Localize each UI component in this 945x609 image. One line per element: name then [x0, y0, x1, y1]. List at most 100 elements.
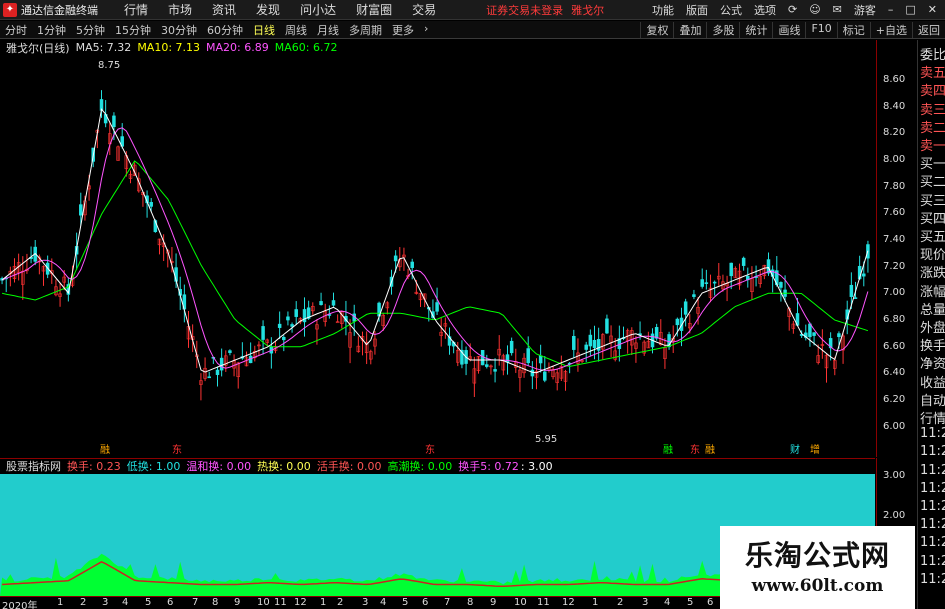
quote-side-panel: 委比 卖五 卖四 卖三 卖二 卖一 买一 买二 买三 买四 买五 现价 涨跌 涨幅 总量 外盘 换手 净资 收益 自动… [917, 40, 945, 609]
candle [282, 336, 286, 341]
menu-item-options[interactable]: 选项 [754, 2, 776, 18]
tool-f10[interactable]: F10 [805, 21, 836, 38]
event-marker: 增 [810, 443, 820, 456]
menu-item-market[interactable]: 市场 [158, 1, 202, 18]
candle [215, 369, 220, 375]
candle [112, 115, 116, 128]
watermark: 乐淘公式网 www.60lt.com [720, 526, 915, 609]
side-panel-item: 买五 [920, 230, 945, 245]
login-warning[interactable]: 证券交易未登录 [486, 2, 563, 18]
date-tick: 2 [80, 597, 87, 608]
tab-60min[interactable]: 60分钟 [202, 22, 248, 38]
guest-label[interactable]: 游客 [854, 2, 876, 18]
side-panel-item: 自动 [920, 393, 945, 409]
tab-more[interactable]: 更多 [387, 22, 419, 38]
close-icon[interactable]: ✕ [928, 3, 937, 16]
ma60-label: MA60: 6.72 [274, 41, 338, 54]
side-panel-item: 卖五 [920, 66, 945, 82]
side-panel-item: 卖二 [920, 120, 945, 136]
app-logo-icon: ✦ [3, 2, 17, 17]
candle [79, 204, 83, 216]
period-toolbar: 分时 1分钟 5分钟 15分钟 30分钟 60分钟 日线 周线 月线 多周期 更… [0, 21, 945, 39]
price-axis: 8.60 8.40 8.20 8.00 7.80 7.60 7.40 7.20 7.00 6.80… [876, 40, 916, 457]
tool-overlay[interactable]: 叠加 [673, 21, 706, 38]
tab-multi-period[interactable]: 多周期 [344, 22, 387, 38]
tab-intraday[interactable]: 分时 [0, 22, 32, 38]
menu-item-discover[interactable]: 发现 [246, 1, 290, 18]
tab-1min[interactable]: 1分钟 [32, 22, 71, 38]
side-panel-item: 买二 [920, 175, 945, 191]
tab-daily[interactable]: 日线 [248, 22, 280, 38]
title-bar: ✦ 通达信金融终端 行情 市场 资讯 发现 问小达 财富圈 交易 证券交易未登录… [0, 0, 945, 20]
message-icon[interactable]: ✉ [833, 3, 842, 16]
menu-item-formula[interactable]: 公式 [720, 2, 742, 18]
tab-monthly[interactable]: 月线 [312, 22, 344, 38]
maximize-icon[interactable]: □ [905, 3, 915, 16]
event-marker: 东 [425, 443, 435, 456]
candle [331, 300, 336, 306]
candle [729, 262, 733, 277]
candle [530, 369, 535, 377]
tool-back[interactable]: 返回 [912, 21, 945, 38]
event-marker: 东 [690, 443, 700, 456]
ma5-line [1, 108, 869, 374]
menu-item-trade[interactable]: 交易 [402, 1, 446, 18]
event-marker: 融 [663, 444, 673, 456]
current-stock-name: 雅戈尔 [571, 3, 605, 17]
candle [605, 318, 609, 334]
menu-item-news[interactable]: 资讯 [202, 1, 246, 18]
tool-statistics[interactable]: 统计 [739, 21, 772, 38]
candle [588, 334, 593, 347]
kline-chart[interactable]: 8.75 5.95 融东东融东融财增 [0, 40, 875, 457]
tool-add-watchlist[interactable]: +自选 [869, 21, 912, 38]
refresh-icon[interactable]: ⟳ [788, 3, 797, 16]
candle [683, 301, 688, 315]
date-tick: 10 [514, 597, 527, 608]
indicator-value: 低换: 1.00 [126, 460, 181, 473]
candle [572, 335, 576, 350]
menu-item-function[interactable]: 功能 [652, 2, 674, 18]
tab-30min[interactable]: 30分钟 [156, 22, 202, 38]
menu-item-layout[interactable]: 版面 [686, 2, 708, 18]
tool-adjust[interactable]: 复权 [640, 21, 673, 38]
tab-15min[interactable]: 15分钟 [110, 22, 156, 38]
price-tick: 8.20 [883, 127, 906, 139]
menu-item-wealth[interactable]: 财富圈 [346, 1, 402, 18]
candle [712, 281, 717, 284]
tool-draw[interactable]: 画线 [772, 21, 805, 38]
candle [410, 261, 414, 268]
price-tick: 7.00 [883, 287, 906, 299]
chart-tools: 复权 叠加 多股 统计 画线 F10 标记 +自选 返回 [640, 21, 945, 38]
candle [654, 327, 659, 339]
tool-mark[interactable]: 标记 [836, 21, 870, 38]
indicator-name[interactable]: 股票指标网 [6, 458, 61, 474]
date-tick: 3 [362, 597, 369, 608]
price-tick: 6.60 [883, 340, 906, 352]
chevron-right-icon[interactable]: › [419, 22, 433, 38]
date-tick: 5 [687, 597, 694, 608]
minimize-icon[interactable]: – [888, 3, 894, 16]
date-tick: 4 [380, 597, 387, 608]
price-tick: 8.40 [883, 100, 906, 112]
candle [853, 297, 858, 299]
side-panel-item: 现价 [920, 248, 945, 264]
date-tick: 5 [402, 597, 409, 608]
tab-5min[interactable]: 5分钟 [71, 22, 110, 38]
menu-item-ask[interactable]: 问小达 [290, 1, 346, 18]
menu-item-quotes[interactable]: 行情 [114, 1, 158, 18]
chart-stock-title: 雅戈尔(日线) [6, 41, 70, 55]
period-tabs: 分时 1分钟 5分钟 15分钟 30分钟 60分钟 日线 周线 月线 多周期 更… [0, 22, 433, 38]
candle [277, 323, 282, 328]
side-panel-item: 卖三 [920, 102, 945, 118]
candle [261, 326, 265, 340]
user-icon[interactable]: ☺ [809, 3, 820, 16]
tool-multi-stock[interactable]: 多股 [706, 21, 739, 38]
side-panel-item: 卖一 [920, 139, 945, 154]
candle [812, 332, 816, 336]
date-tick: 3 [642, 597, 649, 608]
side-panel-item: 买四 [920, 211, 945, 227]
tab-weekly[interactable]: 周线 [280, 22, 312, 38]
date-tick: 9 [490, 597, 497, 608]
candle [808, 323, 812, 338]
candle [286, 316, 290, 321]
